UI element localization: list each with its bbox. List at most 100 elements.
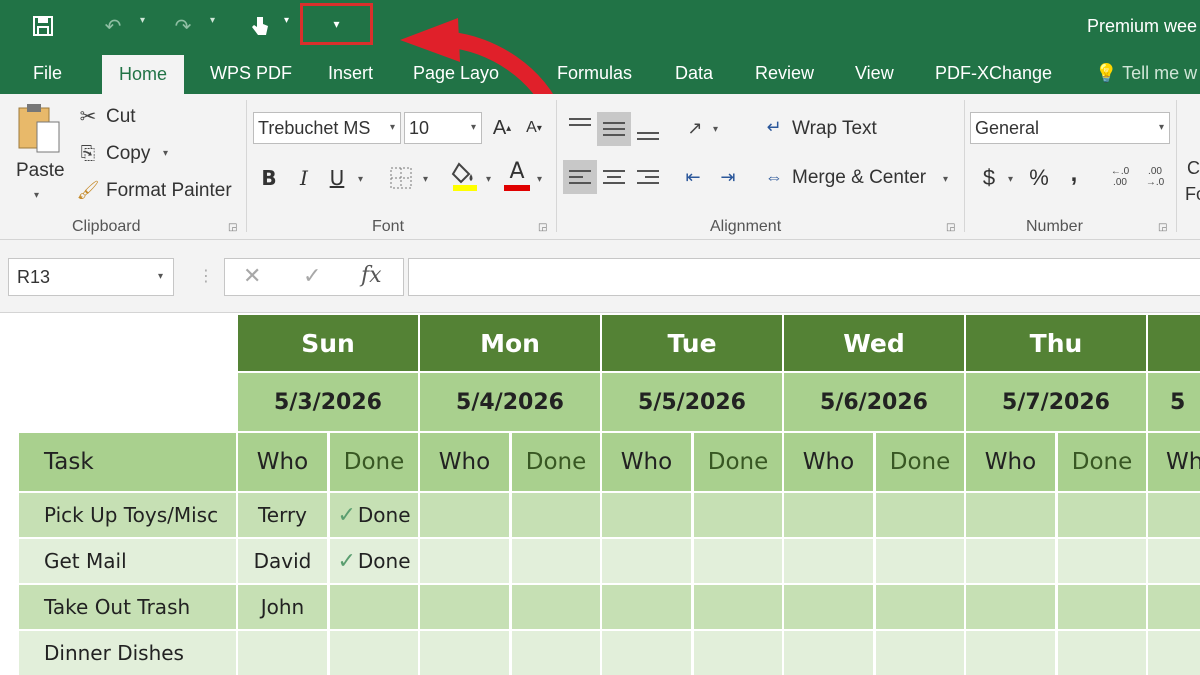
enter-icon[interactable]: ✓: [303, 263, 321, 289]
task-cell[interactable]: Dinner Dishes: [19, 631, 236, 675]
align-bottom-icon[interactable]: [631, 116, 665, 150]
tab-home[interactable]: Home: [102, 55, 185, 94]
date-header[interactable]: 5/5/2026: [602, 373, 782, 431]
clipboard-launcher-icon[interactable]: ◲: [228, 222, 237, 233]
done-cell[interactable]: [694, 493, 782, 537]
paste-dropdown-icon[interactable]: ▾: [34, 190, 39, 201]
decrease-decimal-button[interactable]: .00 →.0: [1140, 162, 1170, 192]
date-header[interactable]: 5/4/2026: [420, 373, 600, 431]
who-cell[interactable]: [420, 631, 509, 675]
cut-button[interactable]: Cut: [106, 106, 136, 128]
who-cell[interactable]: [602, 631, 691, 675]
done-cell[interactable]: [876, 585, 964, 629]
who-cell[interactable]: John: [238, 585, 327, 629]
underline-button[interactable]: U: [323, 162, 351, 194]
who-cell[interactable]: [966, 539, 1055, 583]
align-center-icon[interactable]: [597, 160, 631, 194]
tab-file[interactable]: File: [33, 53, 62, 94]
tab-pdf-xchange[interactable]: PDF-XChange: [935, 53, 1052, 94]
touch-mode-icon[interactable]: [245, 10, 275, 42]
font-launcher-icon[interactable]: ◲: [538, 222, 547, 233]
done-cell[interactable]: [694, 585, 782, 629]
who-cell[interactable]: [420, 539, 509, 583]
done-cell[interactable]: [694, 631, 782, 675]
orientation-icon[interactable]: ↗: [680, 114, 710, 142]
insert-function-icon[interactable]: fx: [361, 263, 382, 288]
task-cell[interactable]: Take Out Trash: [19, 585, 236, 629]
who-column-header[interactable]: Who: [238, 433, 327, 491]
font-color-dropdown-icon[interactable]: ▾: [537, 174, 542, 185]
who-cell[interactable]: [602, 539, 691, 583]
done-cell[interactable]: [512, 585, 600, 629]
who-column-header[interactable]: Who: [784, 433, 873, 491]
number-format-select[interactable]: General ▾: [970, 112, 1170, 144]
day-header[interactable]: [1148, 315, 1200, 371]
who-cell[interactable]: [1148, 493, 1200, 537]
italic-button[interactable]: I: [290, 162, 318, 194]
who-cell[interactable]: [784, 585, 873, 629]
conditional-formatting-partial-2[interactable]: Fo: [1185, 184, 1200, 205]
task-column-header[interactable]: Task: [19, 433, 236, 491]
done-cell[interactable]: [1058, 631, 1146, 675]
who-column-header[interactable]: Who: [602, 433, 691, 491]
borders-icon[interactable]: [388, 162, 414, 194]
merge-center-button[interactable]: Merge & Center: [792, 167, 926, 189]
currency-button[interactable]: $: [975, 162, 1003, 194]
customize-qat-button[interactable]: ▾: [300, 3, 373, 45]
done-cell[interactable]: [512, 493, 600, 537]
done-column-header[interactable]: Done: [1058, 433, 1146, 491]
date-header[interactable]: 5/7/2026: [966, 373, 1146, 431]
font-color-icon[interactable]: A: [503, 160, 531, 192]
date-header[interactable]: 5: [1148, 373, 1200, 431]
done-column-header[interactable]: Done: [694, 433, 782, 491]
tab-review[interactable]: Review: [755, 53, 814, 94]
who-column-header[interactable]: Wh: [1148, 433, 1200, 491]
number-launcher-icon[interactable]: ◲: [1158, 222, 1167, 233]
who-cell[interactable]: David: [238, 539, 327, 583]
font-size-select[interactable]: 10 ▾: [404, 112, 482, 144]
touch-mode-dropdown-icon[interactable]: ▾: [284, 15, 289, 26]
day-header[interactable]: Mon: [420, 315, 600, 371]
who-column-header[interactable]: Who: [966, 433, 1055, 491]
done-cell[interactable]: [876, 539, 964, 583]
done-cell[interactable]: [330, 631, 418, 675]
fill-color-dropdown-icon[interactable]: ▾: [486, 174, 491, 185]
borders-dropdown-icon[interactable]: ▾: [423, 174, 428, 185]
tab-data[interactable]: Data: [675, 53, 713, 94]
align-left-icon[interactable]: [563, 160, 597, 194]
orientation-dropdown-icon[interactable]: ▾: [713, 124, 718, 135]
done-cell[interactable]: [694, 539, 782, 583]
font-name-select[interactable]: Trebuchet MS ▾: [253, 112, 401, 144]
who-column-header[interactable]: Who: [420, 433, 509, 491]
date-header[interactable]: 5/6/2026: [784, 373, 964, 431]
done-cell[interactable]: [1058, 539, 1146, 583]
who-cell[interactable]: [1148, 631, 1200, 675]
wrap-text-button[interactable]: Wrap Text: [792, 118, 877, 140]
currency-dropdown-icon[interactable]: ▾: [1008, 174, 1013, 185]
day-header[interactable]: Tue: [602, 315, 782, 371]
who-cell[interactable]: [1148, 539, 1200, 583]
tab-insert[interactable]: Insert: [328, 53, 373, 94]
splitter-handle[interactable]: ⋮: [198, 266, 214, 286]
conditional-formatting-partial[interactable]: C: [1187, 158, 1200, 179]
increase-decimal-button[interactable]: ←.0 .00: [1105, 162, 1135, 192]
merge-dropdown-icon[interactable]: ▾: [943, 174, 948, 185]
done-column-header[interactable]: Done: [876, 433, 964, 491]
who-cell[interactable]: [602, 585, 691, 629]
who-cell[interactable]: [420, 493, 509, 537]
done-column-header[interactable]: Done: [512, 433, 600, 491]
who-cell[interactable]: Terry: [238, 493, 327, 537]
decrease-indent-icon[interactable]: ⇤: [678, 162, 708, 192]
tab-wps-pdf[interactable]: WPS PDF: [210, 53, 292, 94]
align-right-icon[interactable]: [631, 160, 665, 194]
alignment-launcher-icon[interactable]: ◲: [946, 222, 955, 233]
who-cell[interactable]: [420, 585, 509, 629]
comma-button[interactable]: ,: [1060, 158, 1088, 190]
tell-me-search[interactable]: 💡 Tell me w: [1095, 53, 1197, 94]
done-cell[interactable]: [330, 585, 418, 629]
fill-color-icon[interactable]: [450, 160, 480, 192]
undo-dropdown-icon[interactable]: ▾: [140, 15, 145, 26]
redo-dropdown-icon[interactable]: ▾: [210, 15, 215, 26]
task-cell[interactable]: Pick Up Toys/Misc: [19, 493, 236, 537]
undo-icon[interactable]: ↶: [98, 10, 128, 42]
